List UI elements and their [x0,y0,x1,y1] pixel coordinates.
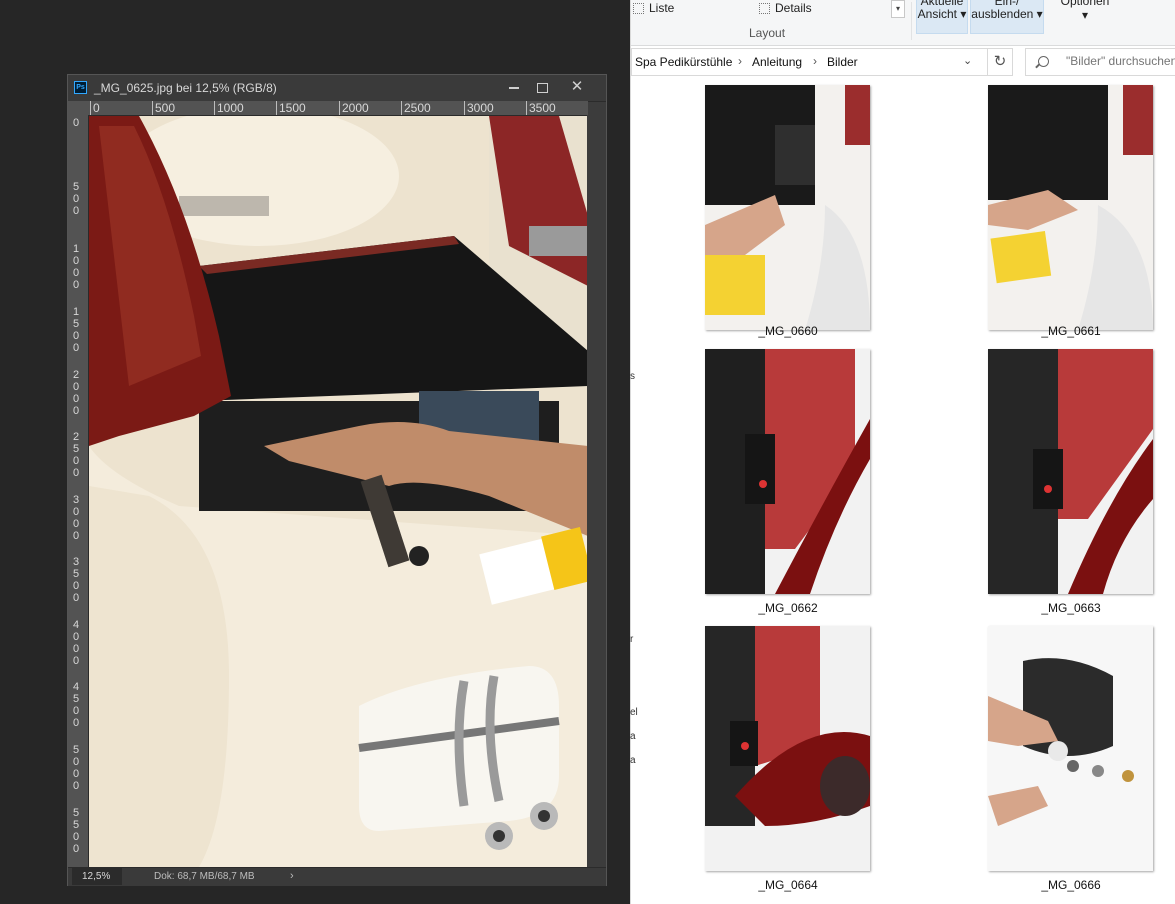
thumbnail-image[interactable] [988,85,1153,330]
ribbon-separator [911,2,912,40]
thumbnail-label[interactable]: _MG_0661 [986,324,1156,338]
layout-list-option[interactable]: Liste [633,1,674,15]
ruler-h-label: 3000 [464,101,494,115]
close-button[interactable]: ✕ [563,77,591,97]
chair-photo [89,116,588,867]
thumbnail-image[interactable] [705,85,870,330]
thumbnail-image[interactable] [988,349,1153,594]
ruler-h-label: 3500 [526,101,556,115]
thumbnail-label[interactable]: _MG_0660 [703,324,873,338]
ruler-v-label: 0 [72,117,80,129]
ruler-h-label: 2000 [339,101,369,115]
nav-pane-fragment: s [630,371,635,382]
status-menu-arrow[interactable]: › [290,868,294,885]
ruler-v-label: 5500 [72,807,80,855]
breadcrumb-bilder[interactable]: Bilder [827,55,858,69]
thumbnail-image[interactable] [988,626,1153,871]
address-bar[interactable]: Spa Pedikürstühle › Anleitung › Bilder ⌄ [631,48,991,76]
maximize-button[interactable] [528,77,556,97]
nav-pane-fragment: r [630,634,634,645]
thumbnail-label[interactable]: _MG_0663 [986,601,1156,615]
thumbnail-image[interactable] [705,349,870,594]
details-icon [759,3,770,15]
chevron-right-icon[interactable]: › [738,54,742,68]
file-explorer-window: Liste Details ▾ Layout Aktuelle Ansicht … [630,0,1175,904]
ruler-v-label: 4500 [72,681,80,729]
ruler-v-label: 3500 [72,556,80,604]
vertical-scrollbar[interactable] [587,115,606,867]
list-icon [633,3,644,15]
layout-group-label: Layout [749,26,786,40]
document-titlebar[interactable]: Ps _MG_0625.jpg bei 12,5% (RGB/8) ✕ [68,75,606,102]
refresh-icon: ↻ [993,53,1007,70]
thumbnail-label[interactable]: _MG_0662 [703,601,873,615]
ruler-h-label: 1000 [214,101,244,115]
ruler-h-label: 0 [90,101,100,115]
ruler-v-label: 1500 [72,306,80,354]
thumbnail-image[interactable] [705,626,870,871]
minimize-button[interactable] [500,77,528,97]
nav-pane-fragment: a [630,731,636,742]
ruler-h-label: 1500 [276,101,306,115]
document-statusbar: 12,5% Dok: 68,7 MB/68,7 MB › [68,867,606,886]
options-button[interactable]: Optionen ▾ [1055,0,1115,22]
ruler-v-label: 5000 [72,744,80,792]
ruler-corner [68,101,88,115]
thumbnail-photo [988,626,1153,871]
ruler-v-label: 1000 [72,243,80,291]
photoshop-document-window: Ps _MG_0625.jpg bei 12,5% (RGB/8) ✕ 0 50… [67,74,607,886]
search-icon [1038,56,1049,67]
close-icon: ✕ [570,78,584,95]
view-ribbon: Liste Details ▾ Layout Aktuelle Ansicht … [631,0,1175,46]
document-size-info: Dok: 68,7 MB/68,7 MB [154,871,255,882]
document-canvas[interactable] [89,116,588,867]
ruler-h-label: 500 [152,101,175,115]
ruler-v-label: 3000 [72,494,80,542]
current-view-button[interactable]: Aktuelle Ansicht ▾ [916,0,968,34]
thumbnail-photo [988,349,1153,594]
thumbnail-photo [705,626,870,871]
thumbnail-photo [705,349,870,594]
breadcrumb-spa[interactable]: Spa Pedikürstühle [635,55,732,69]
thumbnail-photo [988,85,1153,330]
show-hide-button[interactable]: Ein-/ ausblenden ▾ [970,0,1044,34]
search-box[interactable] [1025,48,1175,76]
thumbnail-photo [705,85,870,330]
ruler-h-label: 2500 [401,101,431,115]
thumbnail-label[interactable]: _MG_0666 [986,878,1156,892]
thumbnail-label[interactable]: _MG_0664 [703,878,873,892]
nav-pane-fragment: el [630,707,638,718]
nav-pane-fragment: a [630,755,636,766]
vertical-ruler[interactable]: 0 500 1000 1500 2000 2500 3000 3500 4000… [68,115,89,867]
zoom-level-field[interactable]: 12,5% [72,868,122,885]
maximize-icon [536,82,548,93]
ruler-v-label: 2500 [72,431,80,479]
horizontal-ruler[interactable]: 0 500 1000 1500 2000 2500 3000 3500 [88,101,588,116]
ruler-v-label: 2000 [72,369,80,417]
breadcrumb-anleitung[interactable]: Anleitung [752,55,802,69]
photoshop-app-icon: Ps [74,81,87,94]
document-title: _MG_0625.jpg bei 12,5% (RGB/8) [94,81,277,95]
ruler-v-label: 500 [72,181,80,217]
chevron-down-icon[interactable]: ⌄ [963,54,972,67]
refresh-button[interactable]: ↻ [987,48,1013,76]
ruler-v-label: 4000 [72,619,80,667]
minimize-icon [509,86,519,89]
search-input[interactable] [1066,54,1175,68]
layout-more-dropdown[interactable]: ▾ [891,0,905,18]
chevron-right-icon[interactable]: › [813,54,817,68]
layout-details-option[interactable]: Details [759,1,812,15]
